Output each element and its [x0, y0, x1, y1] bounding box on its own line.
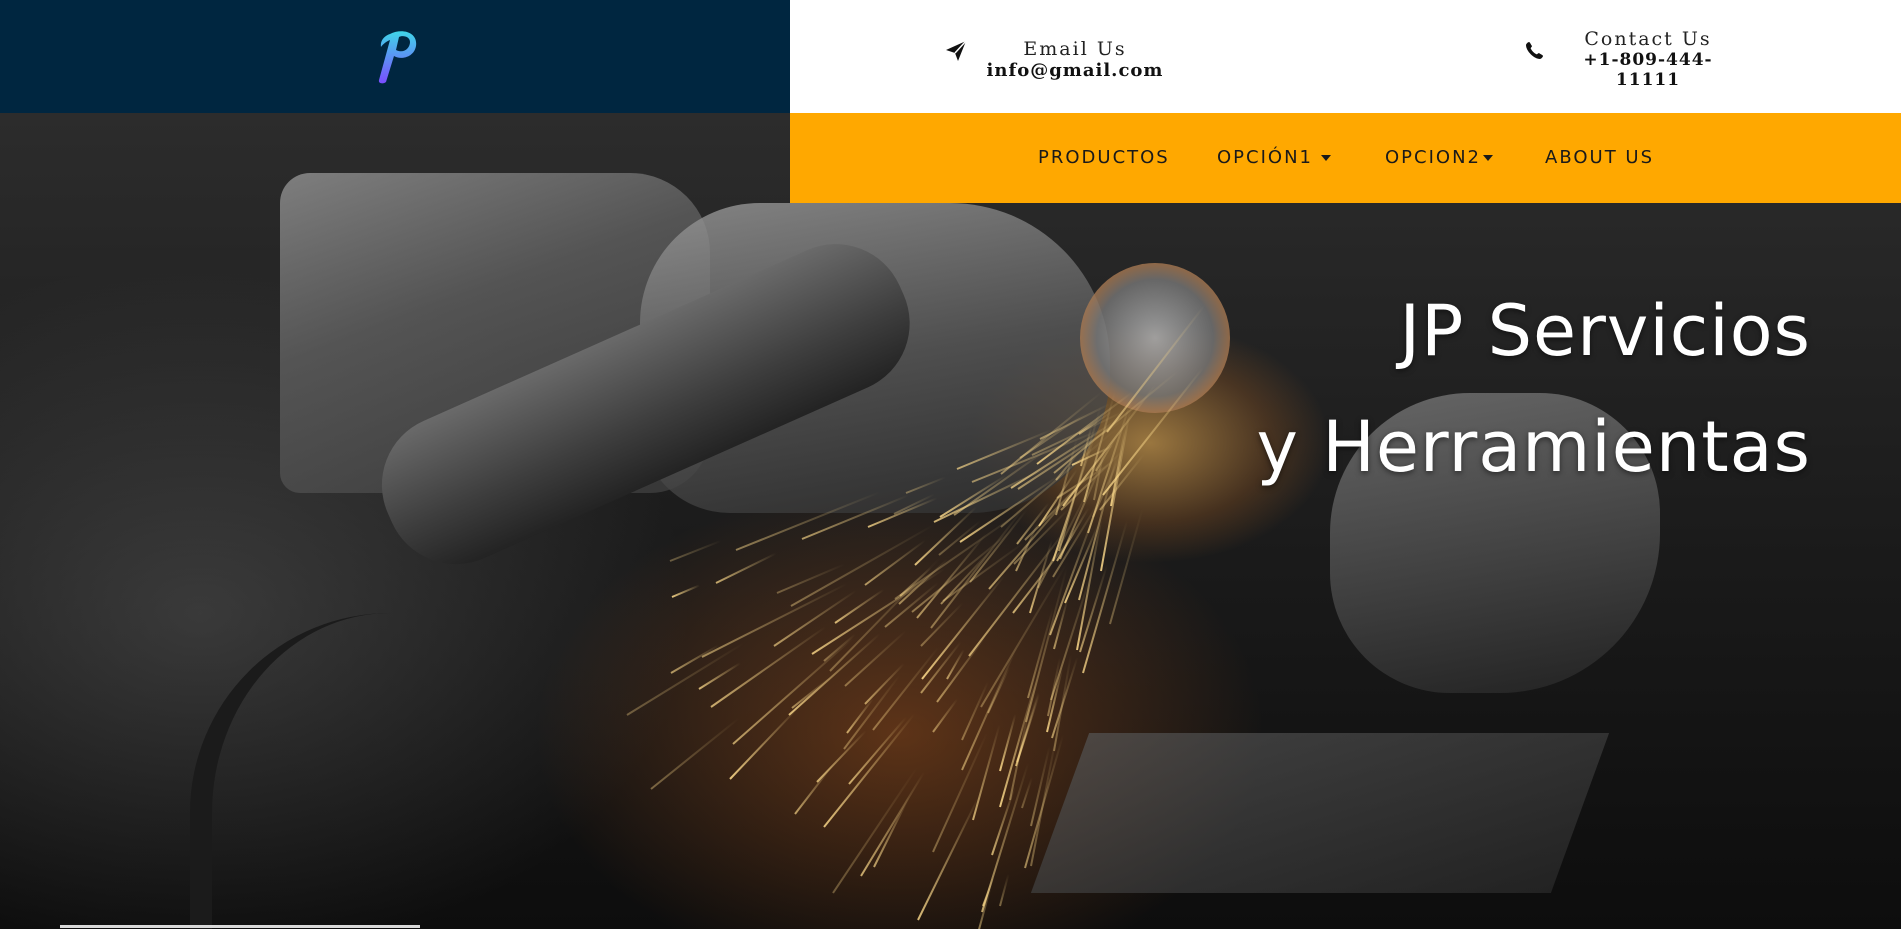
email-contact[interactable]: Email Us info@gmail.com: [946, 38, 1175, 82]
hero-title: JP Servicios y Herramientas: [1257, 273, 1811, 505]
spark-streak: [848, 717, 907, 786]
phone-value[interactable]: +1-809-444-11111: [1583, 50, 1713, 90]
brand-bar: [0, 0, 790, 113]
spark-streak: [931, 699, 958, 734]
spark-streak: [649, 717, 740, 791]
paper-plane-icon: [946, 40, 967, 61]
scroll-indicator: [60, 925, 420, 928]
hero-title-line1: JP Servicios: [1399, 290, 1811, 372]
spark-streak: [834, 588, 885, 624]
phone-contact[interactable]: Contact Us +1-809-444-11111: [1525, 28, 1765, 90]
hero-metal-workpiece-shape: [1030, 733, 1610, 893]
nav-item-label: ABOUT US: [1545, 147, 1655, 168]
spark-streak: [831, 765, 919, 894]
nav-item-opcion1[interactable]: OPCIÓN1: [1217, 113, 1331, 203]
nav-item-label: PRODUCTOS: [1038, 147, 1170, 168]
spark-streak: [920, 601, 964, 647]
contact-label: Contact Us: [1584, 28, 1712, 50]
nav-item-opcion2[interactable]: OPCION2: [1385, 113, 1493, 203]
caret-down-icon: [1320, 155, 1331, 161]
spark-streak: [732, 636, 855, 745]
hero-background: JP Servicios y Herramientas: [0, 113, 1901, 929]
spark-streak: [961, 680, 990, 741]
email-value[interactable]: info@gmail.com: [975, 60, 1175, 81]
nav-item-label: OPCION2: [1385, 147, 1481, 168]
spark-streak: [859, 771, 925, 877]
spark-streak: [715, 552, 777, 585]
email-label: Email Us: [1023, 38, 1127, 60]
caret-down-icon: [1482, 155, 1493, 161]
p-letter-logo-icon[interactable]: [372, 26, 422, 86]
spark-streak: [626, 641, 745, 716]
phone-icon: [1526, 42, 1543, 59]
hero-cable-shape: [190, 613, 472, 929]
spark-streak: [1075, 516, 1103, 651]
nav-item-label: OPCIÓN1: [1217, 147, 1313, 168]
main-nav: PRODUCTOS OPCIÓN1 OPCION2 ABOUT US: [790, 113, 1901, 203]
nav-item-about-us[interactable]: ABOUT US: [1545, 113, 1654, 203]
spark-streak: [998, 874, 1010, 907]
hero-title-line2: y Herramientas: [1256, 406, 1811, 488]
spark-streak: [843, 674, 901, 750]
spark-streak: [791, 676, 832, 709]
spark-streak: [671, 584, 701, 598]
spark-streak: [999, 713, 1017, 772]
spark-streak: [670, 644, 720, 674]
spark-streak: [793, 764, 834, 816]
spark-streak: [898, 558, 949, 605]
contact-bar: Email Us info@gmail.com Contact Us +1-80…: [790, 0, 1901, 113]
spark-streak: [669, 539, 722, 562]
spark-streak: [920, 641, 963, 694]
nav-item-productos[interactable]: PRODUCTOS: [1038, 113, 1170, 203]
spark-streak: [981, 876, 994, 907]
spark-streak: [790, 524, 935, 608]
